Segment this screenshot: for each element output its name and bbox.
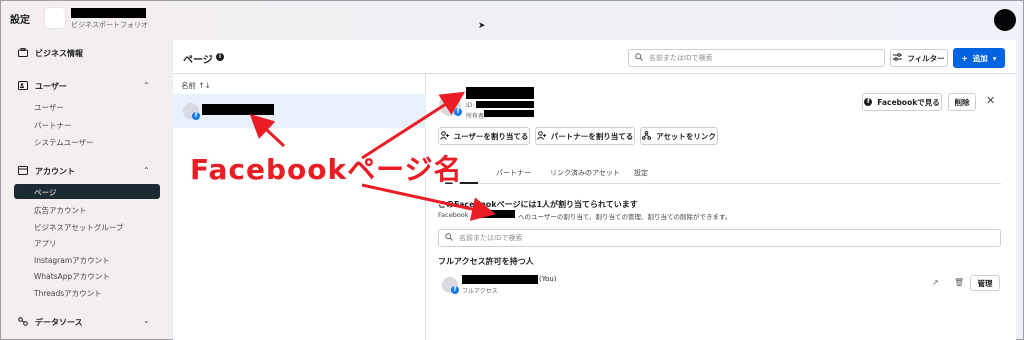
arrow-to-description xyxy=(361,183,496,221)
arrow-to-detail-title xyxy=(361,91,466,160)
arrow-to-list-item xyxy=(249,113,286,148)
annotation-arrows xyxy=(249,91,496,221)
